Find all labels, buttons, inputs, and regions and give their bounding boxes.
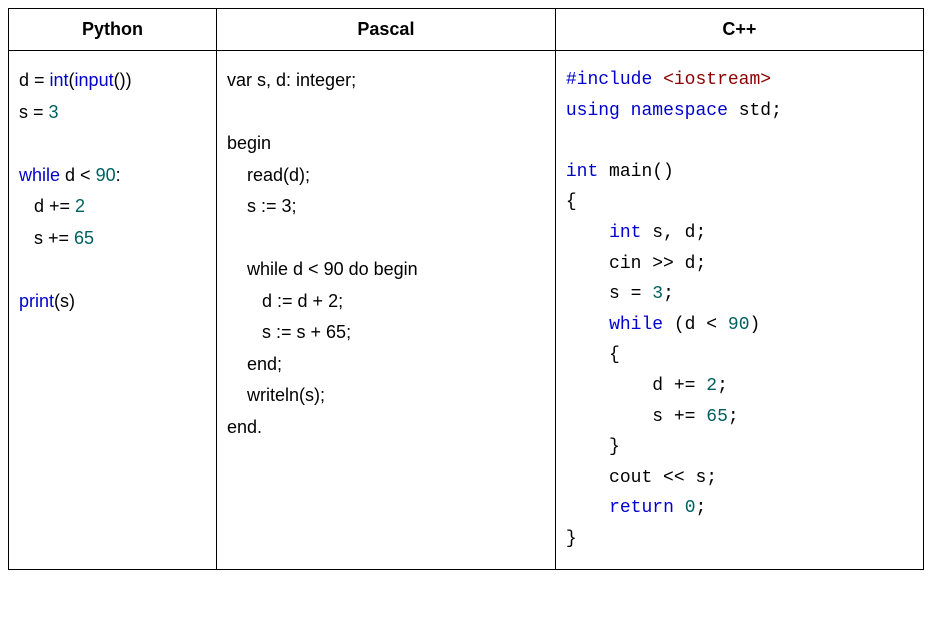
- python-code: d = int(input()) s = 3 while d < 90: d +…: [19, 65, 206, 317]
- cell-python: d = int(input()) s = 3 while d < 90: d +…: [9, 51, 217, 570]
- code-comparison-table: Python Pascal C++ d = int(input()) s = 3…: [8, 8, 924, 570]
- cell-pascal: var s, d: integer; begin read(d); s := 3…: [217, 51, 556, 570]
- header-cpp: C++: [555, 9, 923, 51]
- cpp-code: #include <iostream> using namespace std;…: [566, 65, 913, 555]
- header-pascal: Pascal: [217, 9, 556, 51]
- table-row: d = int(input()) s = 3 while d < 90: d +…: [9, 51, 924, 570]
- header-python: Python: [9, 9, 217, 51]
- cell-cpp: #include <iostream> using namespace std;…: [555, 51, 923, 570]
- pascal-code: var s, d: integer; begin read(d); s := 3…: [227, 65, 545, 443]
